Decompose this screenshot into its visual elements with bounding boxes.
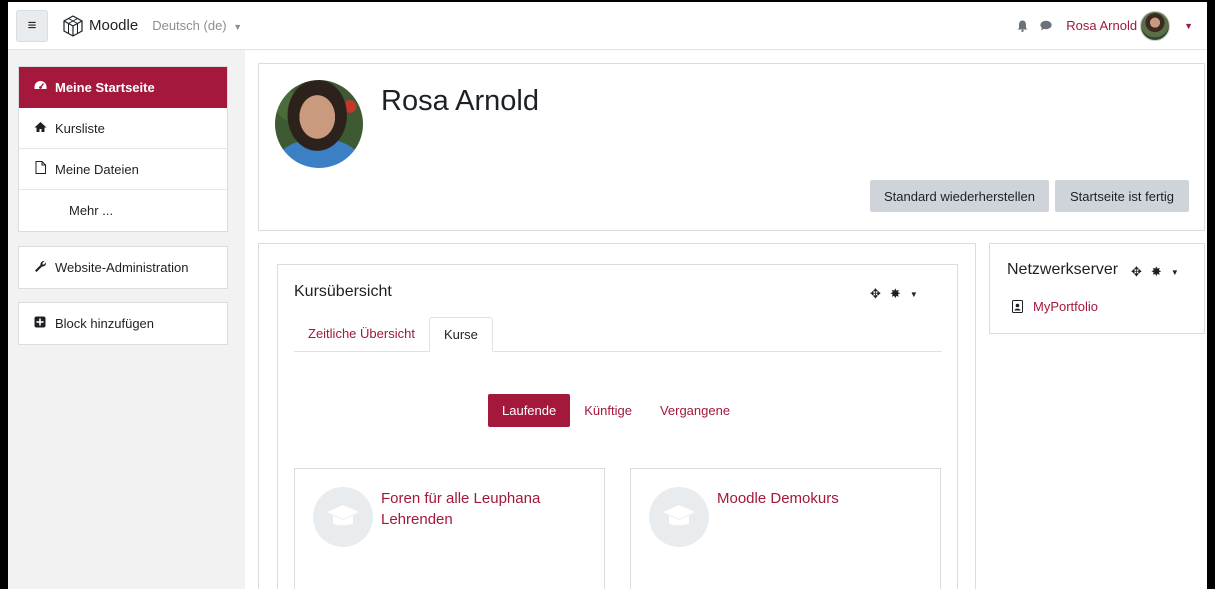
nav-item-mehr[interactable]: Mehr ... bbox=[19, 190, 227, 231]
moodle-logo-icon bbox=[63, 14, 83, 37]
hamburger-icon[interactable]: ≡ bbox=[16, 9, 48, 42]
chevron-down-icon[interactable]: ▼ bbox=[910, 290, 918, 299]
nav-item-block-hinzufuegen[interactable]: Block hinzufügen bbox=[19, 303, 227, 344]
user-menu-name[interactable]: Rosa Arnold bbox=[1066, 18, 1137, 33]
network-server-block: Netzwerkserver ✥ ✸ ▼ MyPortfolio bbox=[989, 243, 1205, 334]
bell-icon[interactable] bbox=[1017, 20, 1028, 32]
myportfolio-link[interactable]: MyPortfolio bbox=[1012, 299, 1098, 314]
nav-item-label: Meine Startseite bbox=[55, 80, 155, 95]
link-label: MyPortfolio bbox=[1033, 299, 1099, 314]
nav-item-label: Meine Dateien bbox=[55, 161, 139, 177]
brand[interactable]: Moodle bbox=[62, 14, 139, 37]
gear-icon[interactable]: ✸ bbox=[1151, 264, 1162, 280]
language-menu[interactable]: Deutsch (de) ▼ bbox=[152, 18, 242, 33]
nav-item-website-administration[interactable]: Website-Administration bbox=[19, 247, 227, 288]
chevron-down-icon: ▼ bbox=[233, 22, 243, 32]
profile-avatar bbox=[275, 80, 363, 168]
nav-item-label: Mehr ... bbox=[69, 203, 114, 218]
wrench-icon bbox=[33, 260, 47, 276]
add-block-nav: Block hinzufügen bbox=[18, 302, 228, 345]
chat-bubble-icon[interactable] bbox=[1040, 20, 1052, 31]
course-overview-block: Kursübersicht ✥ ✸ ▼ Zeitliche Übersicht … bbox=[277, 264, 958, 589]
main-region: Kursübersicht ✥ ✸ ▼ Zeitliche Übersicht … bbox=[258, 243, 976, 589]
tab-kurse[interactable]: Kurse bbox=[428, 317, 493, 352]
course-title[interactable]: Moodle Demokurs bbox=[717, 488, 917, 509]
user-menu-caret-icon[interactable]: ▼ bbox=[1184, 21, 1193, 31]
block-title: Netzwerkserver bbox=[1007, 261, 1119, 278]
tab-bar: Zeitliche Übersicht Kurse bbox=[294, 317, 942, 352]
nav-item-kursliste[interactable]: Kursliste bbox=[19, 108, 227, 149]
filter-laufende[interactable]: Laufende bbox=[488, 394, 571, 427]
page-header-card: Rosa Arnold Standard wiederherstellen St… bbox=[258, 63, 1205, 231]
course-filter-bar: Laufende Künftige Vergangene bbox=[488, 394, 744, 427]
avatar[interactable] bbox=[1140, 10, 1171, 41]
home-icon bbox=[33, 121, 47, 136]
filter-kuenftige[interactable]: Künftige bbox=[570, 394, 646, 427]
dashboard-icon bbox=[33, 80, 47, 95]
main-nav-block: Meine Startseite Kursliste Meine Dateien… bbox=[18, 66, 228, 232]
nav-item-meine-startseite[interactable]: Meine Startseite bbox=[19, 67, 227, 108]
brand-name: Moodle bbox=[89, 17, 139, 34]
graduation-cap-icon bbox=[313, 487, 373, 547]
nav-item-meine-dateien[interactable]: Meine Dateien bbox=[19, 149, 227, 190]
block-title: Kursübersicht bbox=[294, 283, 392, 300]
gear-icon[interactable]: ✸ bbox=[890, 286, 901, 302]
course-title[interactable]: Foren für alle Leuphana Lehrenden bbox=[381, 488, 581, 530]
admin-nav-block: Website-Administration bbox=[18, 246, 228, 289]
page-title: Rosa Arnold bbox=[381, 85, 539, 117]
filter-vergangene[interactable]: Vergangene bbox=[646, 394, 744, 427]
graduation-cap-icon bbox=[649, 487, 709, 547]
nav-item-label: Kursliste bbox=[55, 120, 105, 136]
nav-item-label: Block hinzufügen bbox=[55, 316, 155, 331]
stop-customising-button[interactable]: Startseite ist fertig bbox=[1055, 180, 1189, 212]
block-controls: ✥ ✸ ▼ bbox=[1131, 264, 1179, 280]
chevron-down-icon[interactable]: ▼ bbox=[1171, 268, 1179, 277]
document-icon bbox=[1012, 300, 1023, 313]
nav-item-label: Website-Administration bbox=[55, 260, 189, 275]
course-card[interactable]: Foren für alle Leuphana Lehrenden bbox=[294, 468, 605, 589]
move-icon[interactable]: ✥ bbox=[870, 286, 881, 302]
top-navbar: ≡ Moodle Deutsch (de) ▼ Rosa Arnold ▼ bbox=[8, 2, 1207, 50]
course-card[interactable]: Moodle Demokurs bbox=[630, 468, 941, 589]
block-controls: ✥ ✸ ▼ bbox=[870, 286, 918, 302]
language-label: Deutsch (de) bbox=[152, 18, 227, 33]
plus-square-icon bbox=[33, 316, 47, 331]
file-icon bbox=[33, 161, 47, 177]
move-icon[interactable]: ✥ bbox=[1131, 264, 1142, 280]
nav-drawer: Meine Startseite Kursliste Meine Dateien… bbox=[8, 50, 245, 589]
reset-dashboard-button[interactable]: Standard wiederherstellen bbox=[870, 180, 1049, 212]
tab-zeitliche-uebersicht[interactable]: Zeitliche Übersicht bbox=[294, 316, 429, 351]
